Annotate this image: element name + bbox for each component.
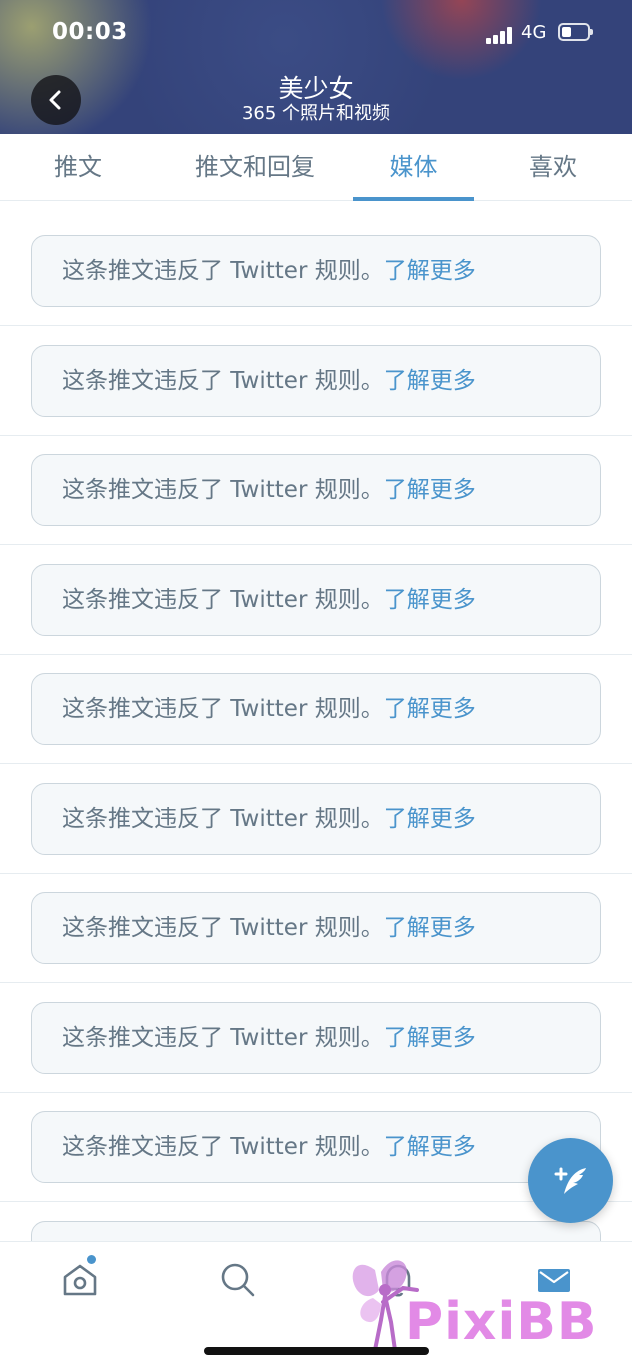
network-type: 4G (521, 22, 547, 43)
watermark: PixiBB (345, 1250, 625, 1360)
home-notification-dot (87, 1255, 96, 1264)
notice-text: 这条推文违反了 Twitter 规则。 (62, 258, 384, 284)
search-icon (221, 1263, 255, 1297)
media-feed: 这条推文违反了 Twitter 规则。了解更多 这条推文违反了 Twitter 规… (0, 201, 632, 1241)
compose-button[interactable] (528, 1138, 613, 1223)
battery-icon (558, 23, 593, 41)
media-count: 365 个照片和视频 (241, 103, 391, 124)
violation-notice: 这条推文违反了 Twitter 规则。了解更多 (31, 782, 601, 855)
violation-notice: 这条推文违反了 Twitter 规则。了解更多 (31, 454, 601, 526)
violation-notice: 这条推文违反了 Twitter 规则。了解更多 (31, 235, 601, 307)
list-item: 这条推文违反了 Twitter 规则。了解更多 (0, 873, 632, 983)
home-indicator (204, 1347, 429, 1355)
learn-more-link[interactable]: 了解更多 (384, 806, 476, 832)
signal-icon (486, 26, 516, 44)
learn-more-link[interactable]: 了解更多 (384, 1025, 476, 1051)
watermark-text: PixiBB (405, 1292, 598, 1352)
list-item: 这条推文违反了 Twitter 规则。了解更多 (0, 216, 632, 326)
list-item: 这条推文违反了 Twitter 规则。了解更多 (0, 326, 632, 436)
list-item: 这条推文违反了 Twitter 规则。了解更多 (0, 654, 632, 764)
violation-notice: 这条推文违反了 Twitter 规则。了解更多 (31, 563, 601, 636)
notice-text: 这条推文违反了 Twitter 规则。 (62, 805, 384, 832)
nav-search[interactable] (218, 1260, 258, 1300)
notice-text: 这条推文违反了 Twitter 规则。 (62, 477, 384, 503)
learn-more-link[interactable]: 了解更多 (384, 696, 476, 722)
list-item: 这条推文违反了 Twitter 规则。了解更多 (0, 435, 632, 545)
list-item: 这条推文违反了 Twitter 规则。了解更多 (0, 983, 632, 1093)
violation-notice (31, 1220, 601, 1241)
violation-notice: 这条推文违反了 Twitter 规则。了解更多 (31, 892, 601, 964)
violation-notice: 这条推文违反了 Twitter 规则。了解更多 (31, 1001, 601, 1074)
profile-tabs: 推文 推文和回复 媒体 喜欢 (0, 134, 632, 201)
profile-header: 00:03 4G 美少女 365 个照片和视频 (0, 0, 632, 134)
learn-more-link[interactable]: 了解更多 (384, 587, 476, 613)
violation-notice: 这条推文违反了 Twitter 规则。了解更多 (31, 344, 601, 417)
notice-text: 这条推文违反了 Twitter 规则。 (62, 915, 384, 941)
notice-text: 这条推文违反了 Twitter 规则。 (62, 367, 384, 394)
notice-text: 这条推文违反了 Twitter 规则。 (62, 1024, 384, 1051)
violation-notice: 这条推文违反了 Twitter 规则。了解更多 (31, 1111, 601, 1183)
learn-more-link[interactable]: 了解更多 (384, 1134, 476, 1160)
learn-more-link[interactable]: 了解更多 (384, 477, 476, 503)
tab-media[interactable]: 媒体 (353, 134, 474, 200)
status-time: 00:03 (52, 19, 128, 45)
tab-likes[interactable]: 喜欢 (507, 134, 599, 200)
notice-text: 这条推文违反了 Twitter 规则。 (62, 586, 384, 613)
nav-home[interactable] (60, 1260, 100, 1300)
list-item: 这条推文违反了 Twitter 规则。了解更多 (0, 764, 632, 874)
notice-text: 这条推文违反了 Twitter 规则。 (62, 1134, 384, 1160)
list-item: 这条推文违反了 Twitter 规则。了解更多 (0, 545, 632, 655)
notice-text: 这条推文违反了 Twitter 规则。 (62, 696, 384, 722)
home-icon (63, 1264, 97, 1296)
tab-tweets-replies[interactable]: 推文和回复 (180, 134, 330, 200)
compose-tweet-icon (554, 1167, 586, 1194)
learn-more-link[interactable]: 了解更多 (384, 258, 476, 284)
tab-tweets[interactable]: 推文 (32, 134, 124, 200)
learn-more-link[interactable]: 了解更多 (384, 368, 476, 394)
learn-more-link[interactable]: 了解更多 (384, 915, 476, 941)
violation-notice: 这条推文违反了 Twitter 规则。了解更多 (31, 673, 601, 745)
